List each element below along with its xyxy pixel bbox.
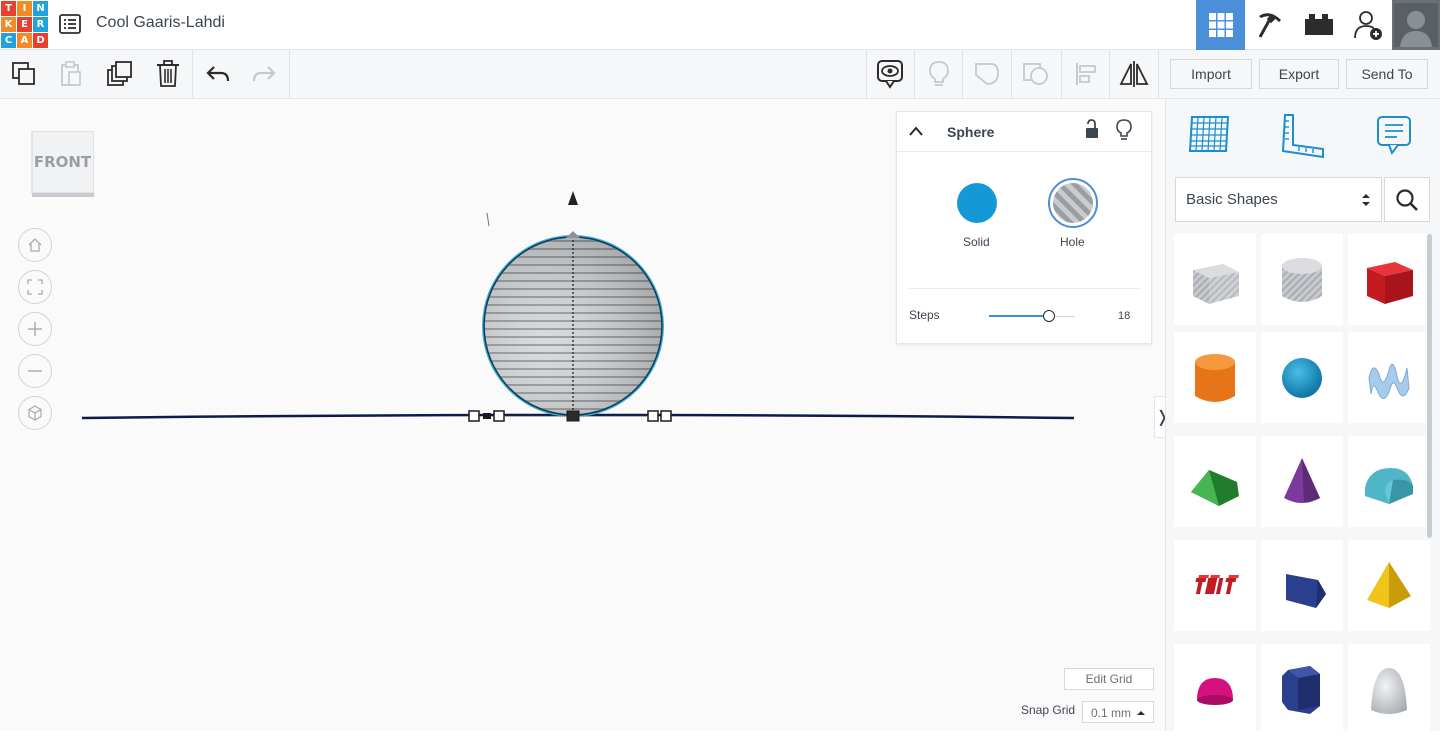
3d-design-icon[interactable] xyxy=(1196,0,1245,50)
steps-label: Steps xyxy=(909,308,940,322)
shape-hexagonal-prism[interactable] xyxy=(1261,644,1343,735)
rotate-handle[interactable] xyxy=(486,212,490,227)
shapes-scrollbar[interactable] xyxy=(1427,234,1432,538)
shape-text[interactable] xyxy=(1174,540,1256,631)
avatar[interactable] xyxy=(1392,0,1440,50)
collapse-inspector-icon[interactable] xyxy=(908,124,924,142)
sphere-hole-object[interactable] xyxy=(482,231,664,417)
shape-box-hole[interactable] xyxy=(1174,234,1256,325)
shape-inspector: Sphere Solid Hole Steps 18 xyxy=(896,111,1152,344)
import-button[interactable]: Import xyxy=(1170,59,1252,89)
snap-grid-select[interactable]: 0.1 mm xyxy=(1082,701,1154,723)
snap-grid-value: 0.1 mm xyxy=(1091,706,1132,720)
shape-pyramid[interactable] xyxy=(1348,540,1430,631)
inspector-title: Sphere xyxy=(947,124,995,140)
steps-value: 18 xyxy=(1118,310,1131,322)
unlock-icon[interactable] xyxy=(1084,119,1100,146)
edit-grid-button[interactable]: Edit Grid xyxy=(1064,668,1154,690)
lift-arrow-handle[interactable] xyxy=(568,191,578,205)
snap-grid-label: Snap Grid xyxy=(1021,703,1076,717)
workplane-icon[interactable] xyxy=(1186,111,1234,159)
send-to-button[interactable]: Send To xyxy=(1346,59,1428,89)
shape-cone[interactable] xyxy=(1261,436,1343,527)
shape-half-sphere[interactable] xyxy=(1174,644,1256,735)
steps-slider-fill xyxy=(989,315,1049,317)
ruler-icon[interactable] xyxy=(1279,111,1327,159)
hole-label: Hole xyxy=(1060,235,1085,249)
add-user-icon[interactable] xyxy=(1343,0,1392,50)
shape-sphere[interactable] xyxy=(1261,332,1343,423)
shape-roof[interactable] xyxy=(1174,436,1256,527)
shape-polygon[interactable] xyxy=(1261,540,1343,631)
light-bulb-icon[interactable] xyxy=(1116,119,1132,146)
shape-round-roof[interactable] xyxy=(1348,436,1430,527)
shape-box[interactable] xyxy=(1348,234,1430,325)
scene-3d xyxy=(81,191,1075,422)
notes-icon[interactable] xyxy=(1370,111,1418,159)
shape-category-select[interactable]: Basic Shapes xyxy=(1175,177,1382,222)
shape-scribble[interactable] xyxy=(1348,332,1430,423)
export-button[interactable]: Export xyxy=(1259,59,1339,89)
solid-button[interactable] xyxy=(957,183,997,223)
search-icon[interactable] xyxy=(1384,177,1430,222)
steps-slider-knob[interactable] xyxy=(1043,310,1055,322)
solid-label: Solid xyxy=(963,235,990,249)
shape-paraboloid[interactable] xyxy=(1348,644,1430,735)
bricks-icon[interactable] xyxy=(1294,0,1343,50)
hole-button[interactable] xyxy=(1048,178,1098,228)
shape-cylinder[interactable] xyxy=(1174,332,1256,423)
shape-category-value: Basic Shapes xyxy=(1186,191,1278,208)
codeblocks-pickaxe-icon[interactable] xyxy=(1245,0,1294,50)
shape-cylinder-hole[interactable] xyxy=(1261,234,1343,325)
